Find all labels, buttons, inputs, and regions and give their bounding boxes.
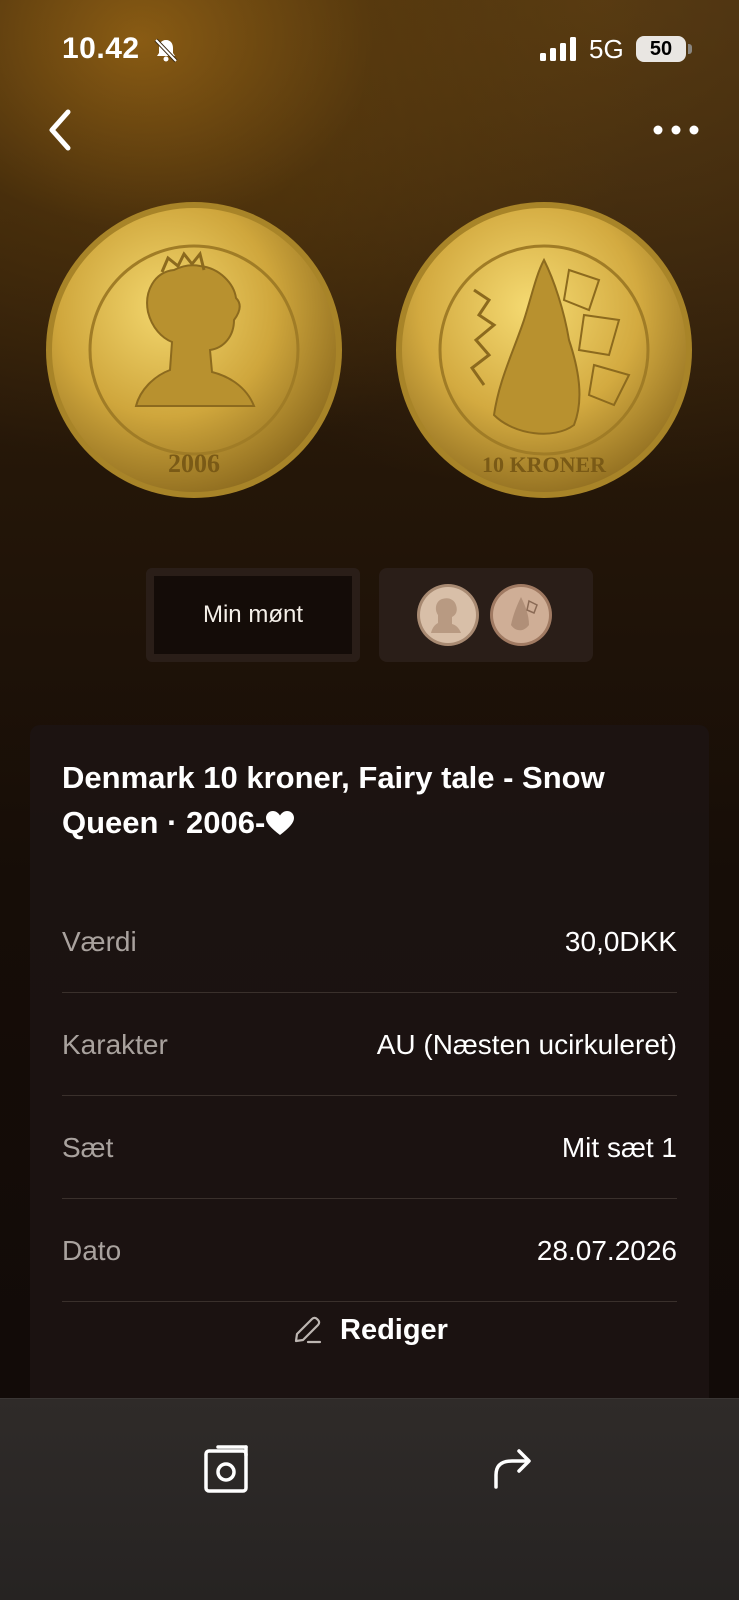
reference-reverse-thumbnail (490, 584, 552, 646)
detail-row-value: Værdi 30,0DKK (62, 890, 677, 993)
coin-title-text: Denmark 10 kroner, Fairy tale - Snow Que… (62, 760, 605, 840)
heart-icon[interactable] (265, 810, 295, 836)
coin-denomination-text: 10 KRONER (482, 452, 607, 477)
detail-row-date: Dato 28.07.2026 (62, 1199, 677, 1302)
detail-label: Værdi (62, 926, 137, 957)
detail-label: Dato (62, 1235, 122, 1266)
reference-obverse-thumbnail (417, 584, 479, 646)
detail-label: Sæt (62, 1132, 114, 1163)
my-coin-toggle[interactable]: Min mønt (146, 568, 360, 662)
detail-value: AU (Næsten ucirkuleret) (376, 1029, 677, 1060)
detail-label: Karakter (62, 1029, 168, 1060)
battery-tip (688, 44, 692, 54)
pencil-icon (294, 1316, 322, 1344)
edit-button-label: Rediger (340, 1313, 448, 1346)
signal-icon (540, 37, 576, 61)
detail-value: 30,0DKK (564, 926, 677, 957)
coin-title: Denmark 10 kroner, Fairy tale - Snow Que… (62, 755, 662, 845)
network-label: 5G (589, 34, 624, 64)
my-coin-toggle-label: Min mønt (202, 601, 303, 628)
status-time: 10.42 (62, 32, 140, 65)
detail-row-set: Sæt Mit sæt 1 (62, 1096, 677, 1199)
more-options-button[interactable] (650, 112, 702, 148)
coin-obverse-image[interactable]: 2006 (44, 200, 344, 500)
bottom-toolbar (0, 1398, 739, 1600)
edit-button[interactable]: Rediger (290, 1305, 460, 1355)
status-bar: 10.42 5G 50 (0, 0, 739, 100)
coin-reverse-image[interactable]: 10 KRONER (394, 200, 694, 500)
coin-year-text: 2006 (168, 449, 220, 478)
detail-row-grade: Karakter AU (Næsten ucirkuleret) (62, 993, 677, 1096)
back-button[interactable] (40, 104, 80, 156)
reference-images-toggle[interactable] (379, 568, 593, 662)
coin-details-card: Denmark 10 kroner, Fairy tale - Snow Que… (30, 725, 709, 1425)
bell-muted-icon (154, 38, 178, 63)
share-icon[interactable] (486, 1441, 538, 1493)
battery-indicator: 50 (636, 36, 686, 62)
detail-value: Mit sæt 1 (561, 1132, 677, 1163)
camera-icon[interactable] (200, 1441, 256, 1497)
detail-value: 28.07.2026 (536, 1235, 677, 1266)
